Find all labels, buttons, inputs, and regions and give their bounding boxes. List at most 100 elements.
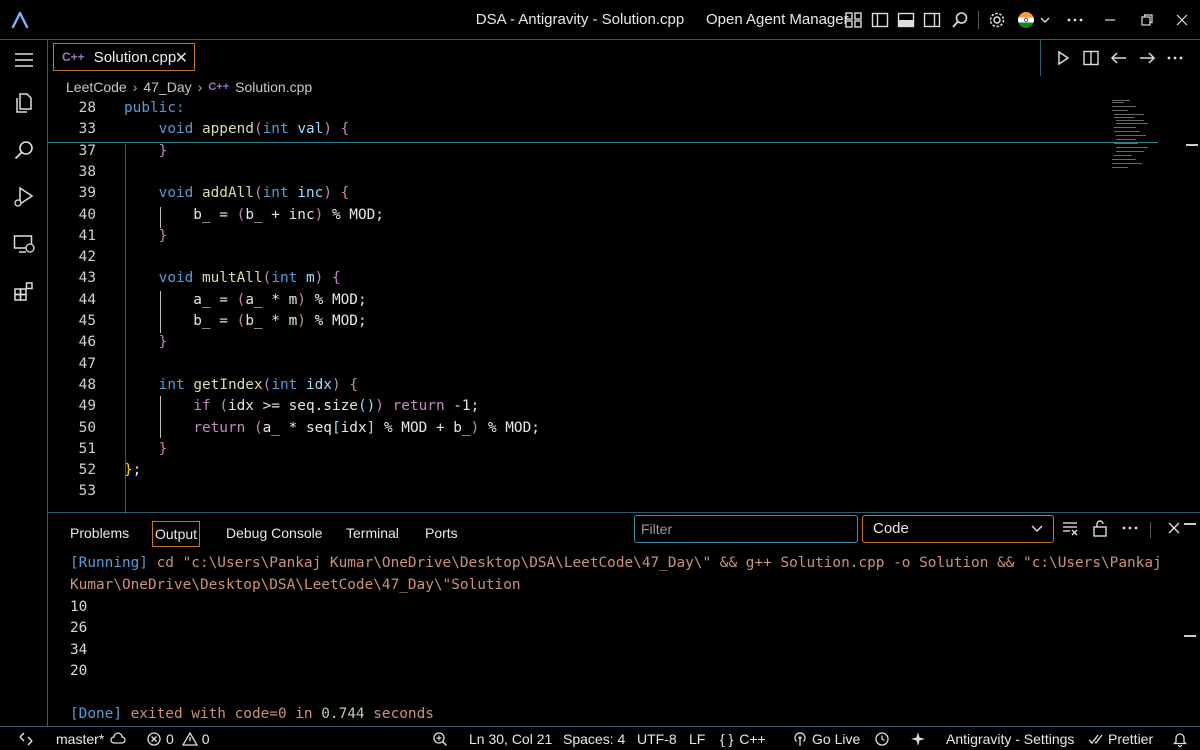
code-token: ( bbox=[253, 185, 263, 202]
go-live-button[interactable]: Go Live bbox=[792, 730, 860, 748]
account-flag-icon[interactable] bbox=[1017, 10, 1053, 30]
menu-icon[interactable] bbox=[12, 48, 36, 72]
code-line[interactable]: 44 a_ = (a_ * m) % MOD; bbox=[48, 290, 1108, 311]
code-token: inc bbox=[297, 185, 324, 202]
tab-debug-console[interactable]: Debug Console bbox=[226, 521, 323, 547]
restore-window-icon[interactable] bbox=[1137, 10, 1157, 30]
more-editor-actions-icon[interactable] bbox=[1165, 48, 1185, 68]
split-editor-icon[interactable] bbox=[1081, 48, 1101, 68]
code-line[interactable]: 45 b_ = (b_ * m) % MOD; bbox=[48, 311, 1108, 332]
code-editor[interactable]: 28 public: 33 void append(int val) {37 } 38… bbox=[48, 98, 1200, 514]
code-line[interactable]: 38 bbox=[48, 162, 1108, 183]
code-line[interactable]: 42 bbox=[48, 247, 1108, 268]
code-line[interactable]: 53 bbox=[48, 481, 1108, 502]
code-token: a_ * seq bbox=[262, 419, 332, 436]
code-line[interactable]: 43 void multAll(int m) { bbox=[48, 268, 1108, 289]
breadcrumb-item-leetcode[interactable]: LeetCode bbox=[66, 79, 127, 95]
lock-scroll-icon[interactable] bbox=[1090, 518, 1110, 538]
close-window-icon[interactable] bbox=[1172, 10, 1192, 30]
line-number: 37 bbox=[78, 142, 96, 159]
extensions-icon[interactable] bbox=[12, 279, 36, 303]
minimap[interactable] bbox=[1110, 98, 1158, 178]
settings-gear-icon[interactable] bbox=[987, 10, 1007, 30]
code-token: addAll bbox=[201, 185, 254, 202]
indent-guide bbox=[160, 291, 161, 333]
tab-terminal[interactable]: Terminal bbox=[346, 521, 399, 547]
code-line[interactable]: 50 return (a_ * seq[idx] % MOD + b_) % M… bbox=[48, 418, 1108, 439]
code-token: void bbox=[158, 121, 194, 138]
code-line[interactable]: 46 } bbox=[48, 332, 1108, 353]
code-line[interactable]: 41 } bbox=[48, 226, 1108, 247]
code-token: ) bbox=[470, 419, 480, 436]
problems-status[interactable]: 0 0 bbox=[146, 730, 210, 748]
notifications-bell-icon[interactable] bbox=[1172, 730, 1192, 748]
code-line[interactable]: 28 public: bbox=[48, 98, 1108, 119]
code-line[interactable]: 40 b_ = (b_ + inc) % MOD; bbox=[48, 205, 1108, 226]
sparkle-icon[interactable] bbox=[910, 730, 930, 748]
language-mode-status[interactable]: { } C++ bbox=[720, 730, 766, 748]
go-back-icon[interactable] bbox=[1109, 48, 1129, 68]
code-token: ) bbox=[323, 185, 332, 202]
code-line[interactable]: 51 } bbox=[48, 439, 1108, 460]
more-actions-icon[interactable] bbox=[1065, 10, 1085, 30]
toggle-panel-icon[interactable] bbox=[896, 10, 916, 30]
code-line[interactable]: 49 if (idx >= seq.size()) return -1; bbox=[48, 396, 1108, 417]
close-panel-icon[interactable] bbox=[1164, 518, 1184, 538]
encoding-status[interactable]: UTF-8 bbox=[637, 730, 677, 748]
breadcrumb-item-47-day[interactable]: 47_Day bbox=[143, 79, 191, 95]
indentation-status[interactable]: Spaces: 4 bbox=[563, 730, 625, 748]
code-token: b_ * m bbox=[245, 313, 298, 329]
code-text: if (idx >= seq.size()) return -1; bbox=[124, 396, 479, 417]
go-forward-icon[interactable] bbox=[1137, 48, 1157, 68]
cursor-position-status[interactable]: Ln 30, Col 21 bbox=[469, 730, 552, 748]
code-text: return (a_ * seq[idx] % MOD + b_) % MOD; bbox=[124, 418, 540, 439]
output-done-line: [Done] exited with code=0 in 0.744 secon… bbox=[70, 706, 434, 722]
tab-output[interactable]: Output bbox=[152, 521, 201, 547]
code-line[interactable]: 37 } bbox=[48, 141, 1108, 162]
prettier-status[interactable]: Prettier bbox=[1088, 730, 1153, 748]
output-filter-input[interactable]: Filter bbox=[634, 515, 858, 543]
eol-status[interactable]: LF bbox=[689, 730, 705, 748]
clear-output-icon[interactable] bbox=[1060, 518, 1080, 538]
output-command-line: [Running] cd "c:\Users\Pankaj Kumar\OneD… bbox=[70, 555, 1162, 571]
code-line[interactable]: 52}; bbox=[48, 460, 1108, 481]
editor-actions bbox=[1040, 40, 1200, 76]
code-line[interactable]: 48 int getIndex(int idx) { bbox=[48, 375, 1108, 396]
zoom-icon[interactable] bbox=[432, 730, 452, 748]
tab-ports[interactable]: Ports bbox=[425, 521, 458, 547]
toggle-primary-sidebar-icon[interactable] bbox=[870, 10, 890, 30]
minimize-window-icon[interactable] bbox=[1100, 10, 1120, 30]
indent-guide bbox=[160, 396, 161, 438]
code-line[interactable]: 39 void addAll(int inc) { bbox=[48, 183, 1108, 204]
open-agent-manager-button[interactable]: Open Agent Manager bbox=[706, 11, 849, 28]
code-token: [ bbox=[331, 419, 341, 436]
antigravity-settings-button[interactable]: Antigravity - Settings bbox=[946, 730, 1074, 748]
tab-problems[interactable]: Problems bbox=[70, 521, 129, 547]
more-panel-actions-icon[interactable] bbox=[1120, 518, 1140, 538]
code-token: ) bbox=[297, 313, 306, 329]
breadcrumb-item-solution-cpp[interactable]: Solution.cpp bbox=[235, 79, 312, 95]
search-icon[interactable] bbox=[950, 10, 970, 30]
explorer-icon[interactable] bbox=[12, 91, 36, 115]
remote-explorer-icon[interactable] bbox=[12, 232, 36, 256]
history-icon[interactable] bbox=[874, 730, 894, 748]
code-line[interactable]: 33 void append(int val) { bbox=[48, 119, 1108, 140]
remote-status-icon[interactable] bbox=[18, 730, 38, 748]
output-channel-select[interactable]: Code bbox=[862, 515, 1054, 543]
toggle-secondary-sidebar-icon[interactable] bbox=[922, 10, 942, 30]
run-code-icon[interactable] bbox=[1053, 48, 1073, 68]
git-branch-status[interactable]: master* bbox=[56, 730, 130, 748]
code-token: public: bbox=[124, 100, 185, 116]
close-tab-icon[interactable]: ✕ bbox=[175, 48, 188, 68]
tab-solution-cpp[interactable]: C++ Solution.cpp ✕ bbox=[53, 43, 195, 71]
code-token: % MOD; bbox=[305, 291, 367, 308]
customize-layout-icon[interactable] bbox=[844, 10, 864, 30]
code-line[interactable]: 47 bbox=[48, 354, 1108, 375]
run-and-debug-icon[interactable] bbox=[12, 185, 36, 209]
code-text: } bbox=[124, 439, 168, 460]
search-view-icon[interactable] bbox=[12, 138, 36, 162]
